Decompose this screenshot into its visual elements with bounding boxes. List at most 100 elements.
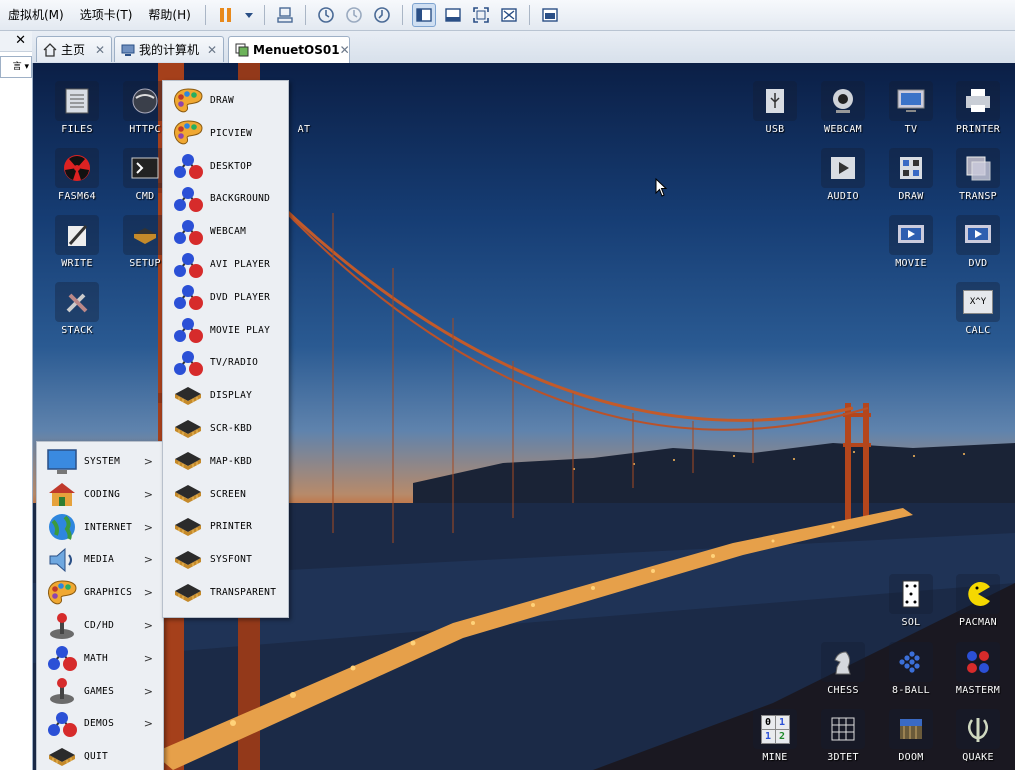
submenu-item-tv-radio[interactable]: TV/RADIO [163,346,288,379]
main_menu-item-games[interactable]: GAMES > [37,675,163,708]
desktop-icon-fasm64[interactable]: FASM64 [45,148,109,208]
menu-help[interactable]: 帮助(H) [140,0,198,30]
terminal-icon [123,148,167,188]
desktop-icon-pacman[interactable]: PACMAN [946,574,1010,634]
tab-my-computer[interactable]: 我的计算机 ✕ [114,36,224,62]
desktop-icon-draw[interactable]: DRAW [879,148,943,208]
main_menu-item-cd-hd[interactable]: CD/HD > [37,609,163,642]
submenu-item-avi-player[interactable]: AVI PLAYER [163,248,288,281]
submenu-item-label: DVD PLAYER [210,291,271,303]
desktop-icon-doom[interactable]: DOOM [879,709,943,769]
submenu-item-picview[interactable]: PICVIEW [163,117,288,150]
library-pane: ✕ 言 ▾ [0,31,33,770]
main_menu-item-media[interactable]: MEDIA > [37,543,163,576]
submenu-item-label: SCREEN [210,488,247,500]
main_menu-item-internet[interactable]: INTERNET > [37,511,163,544]
desktop-icon-sol[interactable]: SOL [879,574,943,634]
globe-icon [43,512,81,542]
menu-tabs[interactable]: 选项卡(T) [72,0,141,30]
submenu-item-background[interactable]: BACKGROUND [163,182,288,215]
card-icon [889,574,933,614]
main_menu-item-coding[interactable]: CODING > [37,478,163,511]
main_menu-item-graphics[interactable]: GRAPHICS > [37,576,163,609]
radiation-icon [55,148,99,188]
icon-label: MINE [762,752,788,763]
palette-icon [169,118,207,148]
guest-desktop[interactable]: FILES HTTPC FASM64 CMD WRITE SETUP STACK… [33,63,1015,770]
mouse-cursor-icon [655,178,668,197]
desktop-icon-files[interactable]: FILES [45,81,109,141]
submenu-item-desktop[interactable]: DESKTOP [163,150,288,183]
chip-icon [169,578,207,608]
chip-icon [169,446,207,476]
icon-label: DRAW [898,191,924,202]
submenu-item-draw[interactable]: DRAW [163,84,288,117]
desktop-icon-transp[interactable]: TRANSP [946,148,1010,208]
submenu-item-movie-play[interactable]: MOVIE PLAY [163,314,288,347]
toolbar-divider [304,5,306,25]
main_menu-item-label: SYSTEM [84,456,121,467]
desktop-icon-printer[interactable]: PRINTER [946,81,1010,141]
desktop-icon-calc[interactable]: X^Y CALC [946,282,1010,342]
pause-dropdown-icon[interactable] [243,4,255,26]
molecule-icon [169,250,207,280]
send-ctrl-alt-del-icon[interactable] [274,4,296,26]
fullscreen-icon[interactable] [470,4,492,26]
system-submenu: DRAW PICVIEW DESKTOP BACKGROUND WEBCAM AVI PL… [162,80,289,618]
desktop-icon-3dtet[interactable]: 3DTET [811,709,875,769]
main_menu-item-math[interactable]: MATH > [37,642,163,675]
molecule-icon [169,184,207,214]
desktop-icon-write[interactable]: WRITE [45,215,109,275]
desktop-icon-stack[interactable]: STACK [45,282,109,342]
icon-label: DOOM [898,752,924,763]
pause-icon[interactable] [215,4,237,26]
submenu-item-label: PICVIEW [210,127,253,139]
desktop-icon-mine[interactable]: 0 1 1 2 MINE [743,709,807,769]
unity-icon[interactable] [498,4,520,26]
main_menu-item-quit[interactable]: QUIT [37,740,163,770]
main_menu-item-demos[interactable]: DEMOS > [37,707,163,740]
joystick-icon [43,676,81,706]
main_menu-item-system[interactable]: SYSTEM > [37,445,163,478]
tab-home[interactable]: 主页 ✕ [36,36,112,62]
submenu-item-display[interactable]: DISPLAY [163,379,288,412]
tab-menuetos[interactable]: MenuetOS01 ✕ [228,36,350,63]
normal-view-icon[interactable] [411,3,436,27]
submenu-item-printer[interactable]: PRINTER [163,510,288,543]
submenu-item-transparent[interactable]: TRANSPARENT [163,576,288,609]
submenu-item-map-kbd[interactable]: MAP-KBD [163,445,288,478]
submenu-item-scr-kbd[interactable]: SCR-KBD [163,412,288,445]
submenu-item-screen[interactable]: SCREEN [163,478,288,511]
chip-icon [169,512,207,542]
desktop-icon-quake[interactable]: QUAKE [946,709,1010,769]
tab-close-icon[interactable]: ✕ [95,43,105,57]
desktop-icon-audio[interactable]: AUDIO [811,148,875,208]
tab-close-icon[interactable]: ✕ [207,43,217,57]
snapshot-manager-icon[interactable] [371,4,393,26]
library-search-dropdown[interactable]: 言 ▾ [0,56,32,78]
library-close-icon[interactable]: ✕ [0,31,32,52]
desktop-icon-chess[interactable]: CHESS [811,642,875,702]
submenu-item-dvd-player[interactable]: DVD PLAYER [163,281,288,314]
quick-switch-icon[interactable] [442,4,464,26]
desktop-icon-8ball[interactable]: 8-BALL [879,642,943,702]
snapshot-icon[interactable] [315,4,337,26]
desktop-icon-webcam[interactable]: WEBCAM [811,81,875,141]
desktop-icon-movie[interactable]: MOVIE [879,215,943,275]
submenu-arrow-icon: > [143,717,153,731]
thumbnail-icon[interactable] [539,4,561,26]
tab-label: 我的计算机 [139,43,200,57]
submenu-item-sysfont[interactable]: SYSFONT [163,543,288,576]
icon-label: CHESS [827,685,859,696]
computer-icon [121,43,135,57]
desktop-icon-masterm[interactable]: MASTERM [946,642,1010,702]
joystick-icon [43,611,81,641]
tab-close-icon[interactable]: ✕ [340,43,350,57]
submenu-item-webcam[interactable]: WEBCAM [163,215,288,248]
desktop-icon-tv[interactable]: TV [879,81,943,141]
menu-vm[interactable]: 虚拟机(M) [0,0,72,30]
mine-cell: 0 [761,715,775,729]
desktop-icon-usb[interactable]: USB [743,81,807,141]
revert-snapshot-icon[interactable] [343,4,365,26]
desktop-icon-dvd[interactable]: DVD [946,215,1010,275]
